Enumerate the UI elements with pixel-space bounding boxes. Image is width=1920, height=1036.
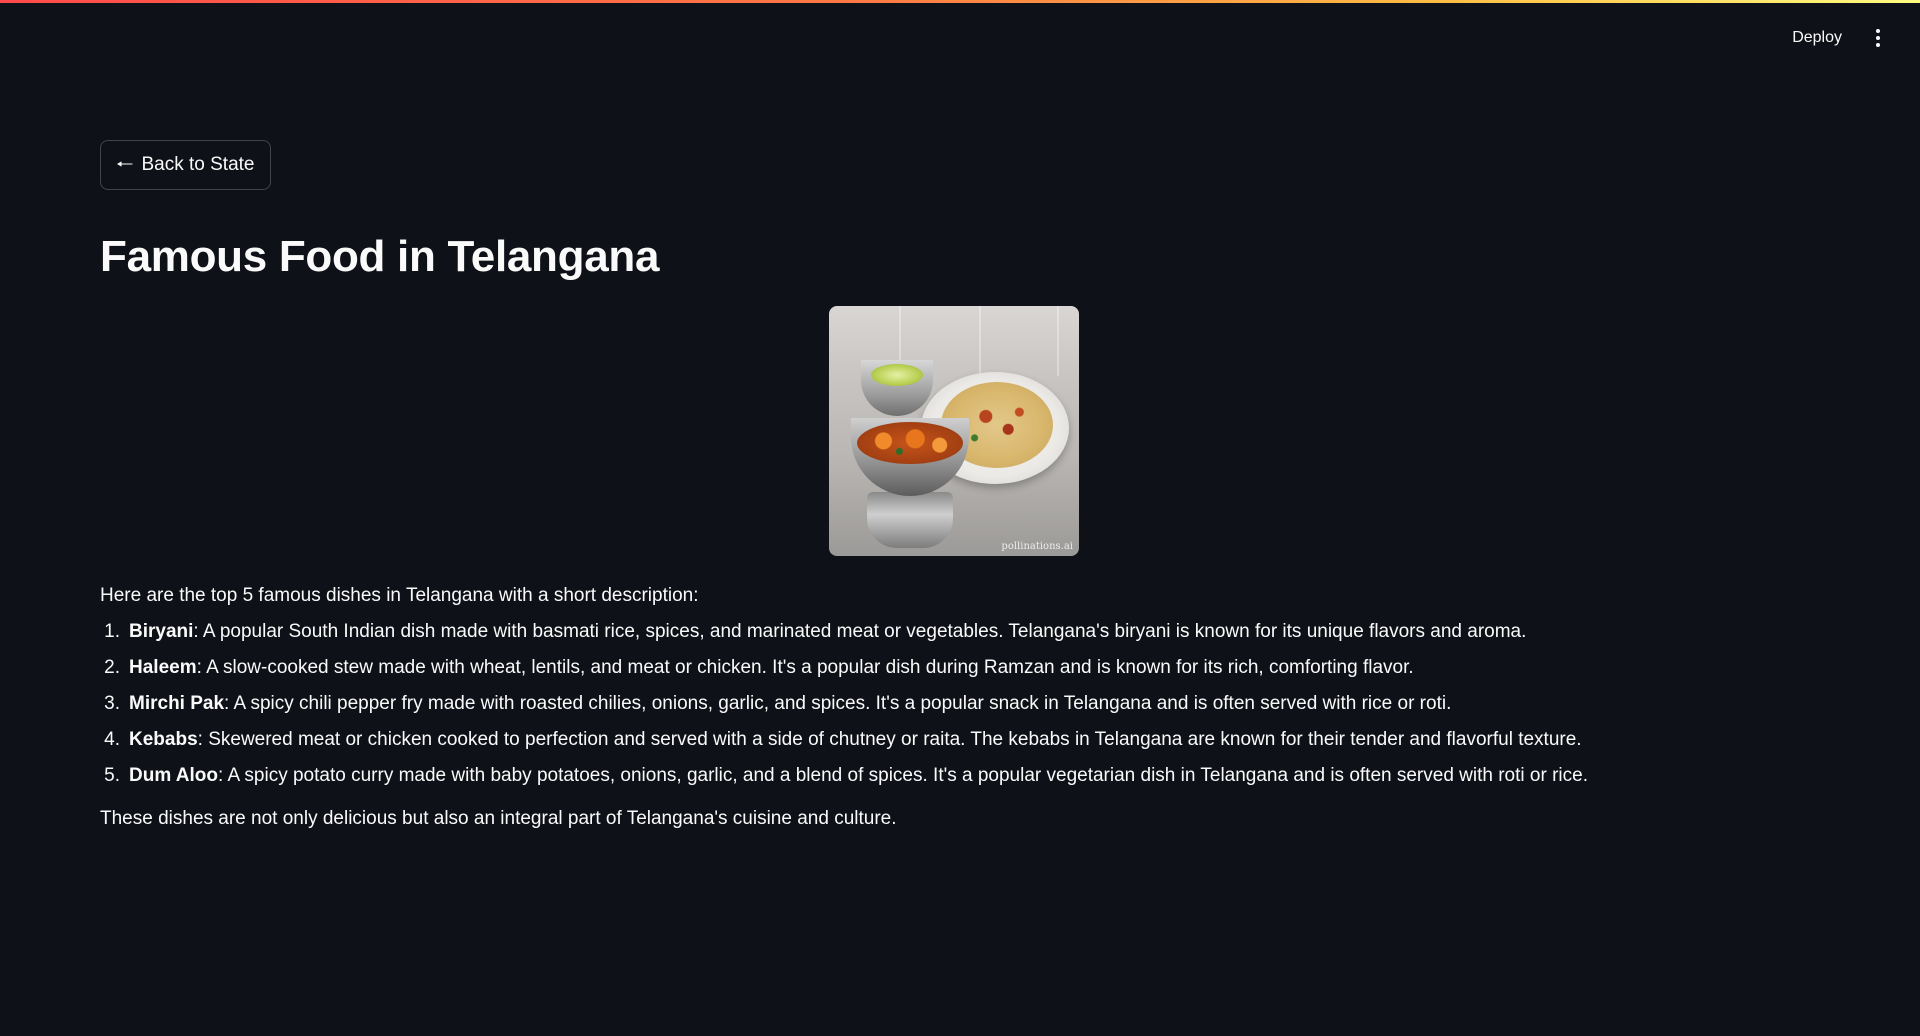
dish-description: : A spicy chili pepper fry made with roa… <box>224 693 1452 714</box>
dish-name: Dum Aloo <box>129 765 219 786</box>
list-number: 3. <box>104 693 120 714</box>
list-number: 5. <box>104 765 120 786</box>
app-header: Deploy <box>0 0 1920 76</box>
food-image: pollinations.ai <box>829 306 1079 556</box>
arrow-left-icon: 🠐 <box>116 154 134 176</box>
dish-text: Kebabs: Skewered meat or chicken cooked … <box>129 726 1582 754</box>
dish-text: Dum Aloo: A spicy potato curry made with… <box>129 762 1588 790</box>
image-container: pollinations.ai <box>100 306 1808 556</box>
back-button-label: Back to State <box>141 154 255 175</box>
page-title: Famous Food in Telangana <box>100 232 660 281</box>
list-item: 3. Mirchi Pak: A spicy chili pepper fry … <box>100 690 1660 718</box>
dish-text: Mirchi Pak: A spicy chili pepper fry mad… <box>129 690 1451 718</box>
food-description: Here are the top 5 famous dishes in Tela… <box>100 582 1660 833</box>
dish-description: : A popular South Indian dish made with … <box>193 621 1527 642</box>
back-to-state-button[interactable]: 🠐 Back to State <box>100 140 271 190</box>
dish-list: 1. Biryani: A popular South Indian dish … <box>100 618 1660 790</box>
kebab-menu-icon <box>1876 29 1880 33</box>
intro-text: Here are the top 5 famous dishes in Tela… <box>100 585 699 606</box>
deploy-button[interactable]: Deploy <box>1784 22 1850 54</box>
dish-description: : A slow-cooked stew made with wheat, le… <box>196 657 1414 678</box>
list-item: 1. Biryani: A popular South Indian dish … <box>100 618 1660 646</box>
list-item: 2. Haleem: A slow-cooked stew made with … <box>100 654 1660 682</box>
kebab-menu-icon-dot <box>1876 43 1880 47</box>
list-number: 1. <box>104 621 120 642</box>
list-item: 4. Kebabs: Skewered meat or chicken cook… <box>100 726 1660 754</box>
list-item: 5. Dum Aloo: A spicy potato curry made w… <box>100 762 1660 790</box>
main-content: 🠐 Back to State Famous Food in Telangana… <box>100 140 1660 833</box>
dish-text: Haleem: A slow-cooked stew made with whe… <box>129 654 1414 682</box>
dish-name: Haleem <box>129 657 197 678</box>
dish-name: Mirchi Pak <box>129 693 225 714</box>
dish-description: : Skewered meat or chicken cooked to per… <box>197 729 1582 750</box>
lime-slice <box>871 364 923 386</box>
main-menu-button[interactable] <box>1868 22 1888 54</box>
list-number: 4. <box>104 729 120 750</box>
dish-text: Biryani: A popular South Indian dish mad… <box>129 618 1526 646</box>
wall-tile-line <box>979 306 981 376</box>
image-watermark: pollinations.ai <box>1001 541 1073 552</box>
bowl-stand <box>867 492 953 548</box>
dish-name: Kebabs <box>129 729 198 750</box>
curry <box>857 422 963 464</box>
kebab-menu-icon-dot <box>1876 36 1880 40</box>
dish-name: Biryani <box>129 621 194 642</box>
outro-text: These dishes are not only delicious but … <box>100 808 897 829</box>
list-number: 2. <box>104 657 120 678</box>
dish-description: : A spicy potato curry made with baby po… <box>218 765 1588 786</box>
wall-tile-line <box>1057 306 1059 376</box>
